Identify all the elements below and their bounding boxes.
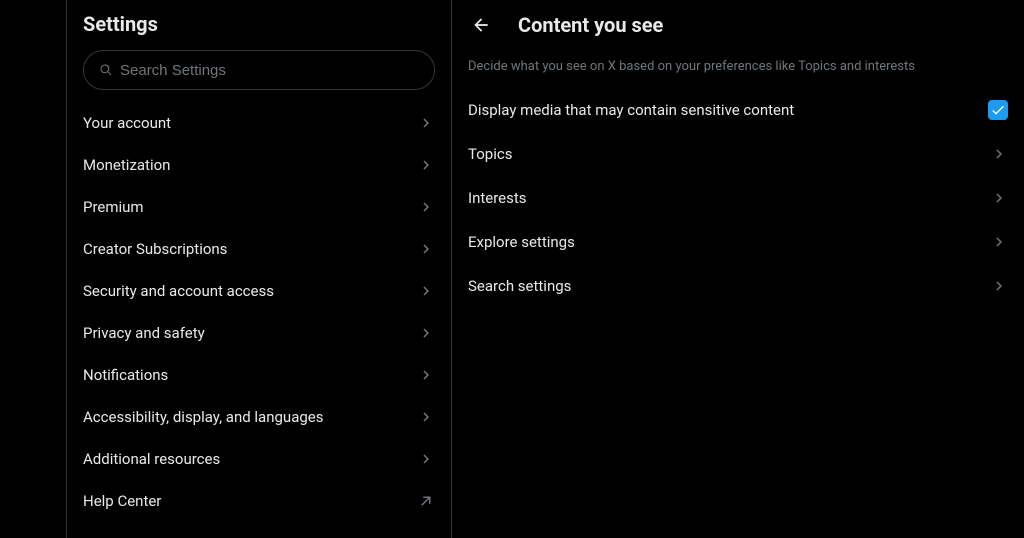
sensitive-content-checkbox[interactable] xyxy=(988,100,1008,120)
search-wrapper xyxy=(67,50,451,98)
content-header: Content you see xyxy=(452,0,1024,52)
content-row-label: Explore settings xyxy=(468,233,575,251)
search-input[interactable] xyxy=(120,62,420,79)
settings-item-label: Additional resources xyxy=(83,450,220,468)
settings-item-label: Monetization xyxy=(83,156,170,174)
settings-column: Settings Your account Monetization Premi… xyxy=(67,0,452,538)
chevron-right-icon xyxy=(417,366,435,384)
content-row-interests[interactable]: Interests xyxy=(452,176,1024,220)
settings-item-accessibility[interactable]: Accessibility, display, and languages xyxy=(67,396,451,438)
settings-item-label: Security and account access xyxy=(83,282,274,300)
chevron-right-icon xyxy=(417,198,435,216)
sensitive-content-label: Display media that may contain sensitive… xyxy=(468,101,794,119)
left-gutter xyxy=(0,0,67,538)
content-description: Decide what you see on X based on your p… xyxy=(452,52,1024,88)
chevron-right-icon xyxy=(417,240,435,258)
chevron-right-icon xyxy=(990,277,1008,295)
checkmark-icon xyxy=(990,102,1006,118)
chevron-right-icon xyxy=(990,189,1008,207)
content-title: Content you see xyxy=(518,13,663,37)
chevron-right-icon xyxy=(417,156,435,174)
content-row-label: Topics xyxy=(468,145,512,163)
chevron-right-icon xyxy=(990,233,1008,251)
settings-item-notifications[interactable]: Notifications xyxy=(67,354,451,396)
settings-item-label: Notifications xyxy=(83,366,168,384)
settings-title: Settings xyxy=(67,0,451,50)
content-row-search-settings[interactable]: Search settings xyxy=(452,264,1024,308)
chevron-right-icon xyxy=(417,450,435,468)
settings-item-your-account[interactable]: Your account xyxy=(67,102,451,144)
settings-item-label: Help Center xyxy=(83,492,161,510)
content-row-label: Interests xyxy=(468,189,527,207)
settings-item-label: Accessibility, display, and languages xyxy=(83,408,323,426)
settings-item-label: Privacy and safety xyxy=(83,324,205,342)
search-box[interactable] xyxy=(83,50,435,90)
settings-item-additional-resources[interactable]: Additional resources xyxy=(67,438,451,480)
settings-list: Your account Monetization Premium Creato… xyxy=(67,102,451,522)
settings-item-privacy-safety[interactable]: Privacy and safety xyxy=(67,312,451,354)
chevron-right-icon xyxy=(990,145,1008,163)
chevron-right-icon xyxy=(417,408,435,426)
chevron-right-icon xyxy=(417,114,435,132)
arrow-left-icon xyxy=(471,15,491,35)
settings-item-help-center[interactable]: Help Center xyxy=(67,480,451,522)
settings-item-security-access[interactable]: Security and account access xyxy=(67,270,451,312)
chevron-right-icon xyxy=(417,324,435,342)
content-row-explore-settings[interactable]: Explore settings xyxy=(452,220,1024,264)
settings-item-label: Premium xyxy=(83,198,144,216)
settings-item-premium[interactable]: Premium xyxy=(67,186,451,228)
settings-item-creator-subscriptions[interactable]: Creator Subscriptions xyxy=(67,228,451,270)
back-button[interactable] xyxy=(464,8,498,42)
external-link-icon xyxy=(417,492,435,510)
content-row-topics[interactable]: Topics xyxy=(452,132,1024,176)
chevron-right-icon xyxy=(417,282,435,300)
settings-item-label: Your account xyxy=(83,114,171,132)
settings-item-monetization[interactable]: Monetization xyxy=(67,144,451,186)
content-column: Content you see Decide what you see on X… xyxy=(452,0,1024,538)
content-row-label: Search settings xyxy=(468,277,571,295)
search-icon xyxy=(98,62,114,78)
sensitive-content-row[interactable]: Display media that may contain sensitive… xyxy=(452,88,1024,132)
settings-item-label: Creator Subscriptions xyxy=(83,240,227,258)
